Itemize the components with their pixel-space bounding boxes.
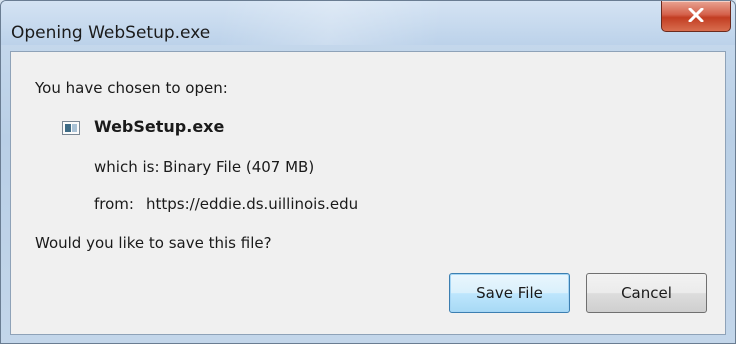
intro-text: You have chosen to open: (35, 79, 228, 97)
close-button[interactable] (661, 1, 731, 32)
save-file-button[interactable]: Save File (449, 273, 570, 313)
file-name: WebSetup.exe (94, 117, 225, 136)
cancel-button[interactable]: Cancel (586, 273, 707, 313)
which-is-label: which is: (94, 158, 160, 176)
window-title: Opening WebSetup.exe (11, 23, 211, 43)
file-type-value: Binary File (407 MB) (163, 158, 315, 176)
source-url: https://eddie.ds.uillinois.edu (146, 195, 359, 213)
save-question: Would you like to save this file? (35, 234, 272, 252)
title-bar[interactable]: Opening WebSetup.exe (1, 1, 735, 45)
dialog-body: You have chosen to open: WebSetup.exe wh… (10, 51, 726, 335)
dialog-window: Opening WebSetup.exe You have chosen to … (0, 0, 736, 344)
file-icon (62, 121, 80, 135)
from-label: from: (94, 195, 134, 213)
close-icon (688, 8, 704, 22)
